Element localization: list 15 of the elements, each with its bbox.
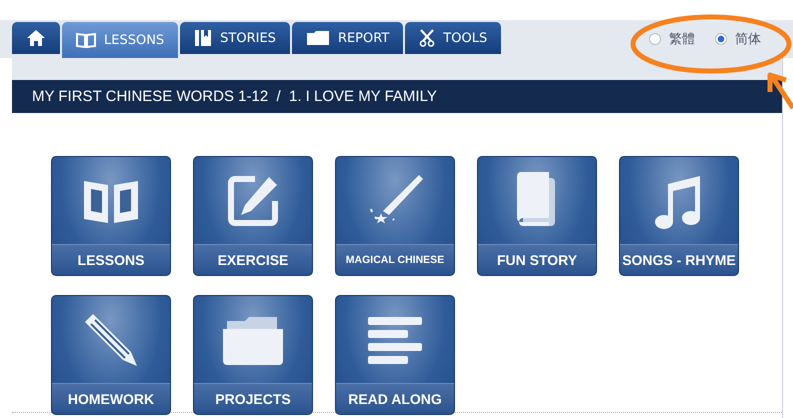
nav-tab[interactable]: LESSONS (62, 22, 178, 58)
activity-tile[interactable]: HOMEWORK (51, 295, 171, 415)
breadcrumb: MY FIRST CHINESE WORDS 1-12 / 1. I LOVE MY FAMILY (32, 88, 437, 105)
nav-tab[interactable]: STORIES (180, 22, 290, 54)
activity-tile[interactable]: LESSONS (51, 156, 171, 276)
activity-tile[interactable]: PROJECTS (193, 295, 313, 415)
activity-tile[interactable]: EXERCISE (193, 156, 313, 276)
nav-tab[interactable]: REPORT (292, 22, 404, 54)
activity-tile[interactable]: SONGS - RHYME (619, 156, 739, 276)
activity-tile[interactable]: READ ALONG (335, 295, 455, 415)
activity-tile[interactable]: MAGICAL CHINESE (335, 156, 455, 276)
script-radio[interactable]: 简体 (715, 30, 761, 48)
nav-tab[interactable]: TOOLS (405, 22, 502, 54)
script-radio[interactable]: 繁體 (649, 30, 695, 48)
activity-tile[interactable]: FUN STORY (477, 156, 597, 276)
